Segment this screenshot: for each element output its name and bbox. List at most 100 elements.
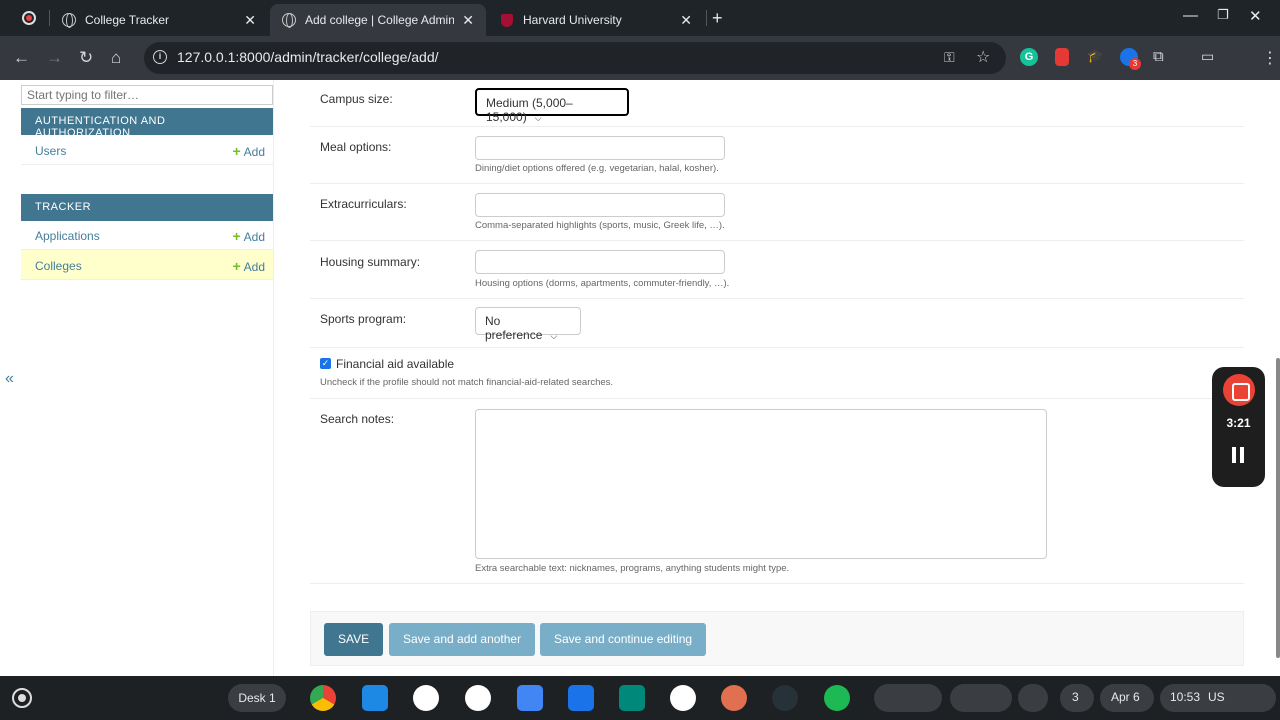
- harvard-shield-icon: [500, 13, 514, 27]
- desk-switcher[interactable]: Desk 1: [228, 684, 286, 712]
- field-sports-program: Sports program: No preference ⌵: [310, 299, 1244, 348]
- meal-options-input[interactable]: [475, 136, 725, 160]
- tab-title: College Tracker: [85, 13, 170, 27]
- kebab-menu-icon[interactable]: ⋮: [1262, 48, 1280, 67]
- extracurriculars-help: Comma-separated highlights (sports, musi…: [475, 220, 725, 231]
- search-notes-help: Extra searchable text: nicknames, progra…: [475, 563, 790, 574]
- mic-tray[interactable]: [874, 684, 942, 712]
- module-header-tracker[interactable]: Tracker: [21, 194, 273, 221]
- search-notes-label: Search notes:: [320, 412, 395, 426]
- sidebar-item-colleges[interactable]: Colleges + Add: [21, 250, 273, 280]
- home-icon[interactable]: ⌂: [111, 48, 121, 68]
- save-button[interactable]: SAVE: [324, 623, 384, 656]
- site-info-icon[interactable]: i: [153, 50, 167, 64]
- tab-title: Add college | College Administr: [305, 13, 455, 27]
- field-campus-size: Campus size: Medium (5,000–15,000) ⌵: [310, 80, 1244, 127]
- screenshot-app-icon[interactable]: [670, 685, 696, 711]
- gmail-app-icon[interactable]: [465, 685, 491, 711]
- tab-college-tracker[interactable]: College Tracker ✕: [50, 4, 268, 36]
- globe-icon: [62, 13, 76, 28]
- tab-title: Harvard University: [523, 13, 622, 27]
- stop-recording-icon[interactable]: [1223, 374, 1255, 406]
- field-extracurriculars: Extracurriculars: Comma-separated highli…: [310, 184, 1244, 241]
- files-app-icon[interactable]: [568, 685, 594, 711]
- spotify-app-icon[interactable]: [824, 685, 850, 711]
- clipboard-tray[interactable]: [950, 684, 1012, 712]
- tab-harvard[interactable]: Harvard University ✕: [488, 4, 704, 36]
- collapse-sidebar-icon[interactable]: «: [5, 370, 14, 388]
- page-scrollbar[interactable]: [1276, 358, 1280, 658]
- shield-extension-icon[interactable]: [1055, 48, 1069, 66]
- extracurriculars-input[interactable]: [475, 193, 725, 217]
- grammarly-extension-icon[interactable]: G: [1020, 48, 1038, 66]
- close-window-icon[interactable]: ✕: [1249, 7, 1262, 25]
- close-tab-icon[interactable]: ✕: [244, 12, 256, 29]
- plus-icon: +: [232, 143, 241, 159]
- housing-summary-input[interactable]: [475, 250, 725, 274]
- close-tab-icon[interactable]: ✕: [680, 12, 692, 29]
- housing-summary-help: Housing options (dorms, apartments, comm…: [475, 278, 730, 289]
- terminal-app-icon[interactable]: [772, 685, 798, 711]
- extracurriculars-label: Extracurriculars:: [320, 197, 407, 211]
- os-shelf: Desk 1 3 Apr 6 10:53 US: [0, 676, 1280, 720]
- save-and-continue-button[interactable]: Save and continue editing: [540, 623, 707, 656]
- notification-count: 3: [1072, 690, 1079, 704]
- financial-aid-label[interactable]: Financial aid available: [336, 357, 454, 371]
- graduation-cap-extension-icon[interactable]: 🎓: [1087, 48, 1105, 66]
- extension-badge: 3: [1129, 58, 1141, 70]
- field-search-notes: Search notes: Extra searchable text: nic…: [310, 399, 1244, 584]
- minimize-icon[interactable]: —: [1183, 7, 1198, 24]
- financial-aid-checkbox[interactable]: ✓: [320, 358, 331, 369]
- add-application-link[interactable]: + Add: [232, 228, 265, 244]
- search-notes-textarea[interactable]: [475, 409, 1047, 559]
- financial-aid-help: Uncheck if the profile should not match …: [320, 377, 614, 388]
- back-icon[interactable]: ←: [13, 48, 30, 68]
- bookmark-star-icon[interactable]: ☆: [976, 47, 990, 67]
- sidebar-item-label[interactable]: Colleges: [35, 259, 82, 273]
- locale-text: US: [1208, 690, 1225, 704]
- sidebar-item-users[interactable]: Users + Add: [21, 135, 273, 165]
- sidebar-item-applications[interactable]: Applications + Add: [21, 220, 273, 250]
- extensions-puzzle-icon[interactable]: ⧉: [1153, 48, 1171, 66]
- save-and-add-another-button[interactable]: Save and add another: [389, 623, 536, 656]
- recording-time: 3:21: [1226, 416, 1251, 430]
- module-header-auth[interactable]: Authentication and Authorization: [21, 108, 273, 139]
- launcher-icon[interactable]: [12, 688, 32, 708]
- calendar-app-icon[interactable]: [517, 685, 543, 711]
- restore-icon[interactable]: ❐: [1217, 7, 1229, 23]
- plus-icon: +: [232, 258, 241, 274]
- add-college-link[interactable]: + Add: [232, 258, 265, 274]
- sidebar-item-label[interactable]: Applications: [35, 229, 100, 243]
- vscode-app-icon[interactable]: [362, 685, 388, 711]
- date-text: Apr 6: [1111, 690, 1140, 704]
- forward-icon[interactable]: →: [46, 48, 63, 68]
- add-user-link[interactable]: + Add: [232, 143, 265, 159]
- nav-filter-input[interactable]: [21, 85, 273, 105]
- meet-app-icon[interactable]: [619, 685, 645, 711]
- campus-size-select[interactable]: Medium (5,000–15,000) ⌵: [475, 88, 629, 124]
- globe-icon: [282, 13, 296, 28]
- gemini-app-icon[interactable]: [413, 685, 439, 711]
- cast-icon[interactable]: ▭: [1201, 48, 1219, 66]
- sidebar-item-label[interactable]: Users: [35, 144, 66, 158]
- campus-size-label: Campus size:: [320, 92, 393, 106]
- claude-app-icon[interactable]: [721, 685, 747, 711]
- password-key-icon[interactable]: ⚿: [944, 49, 955, 66]
- field-financial-aid: ✓ Financial aid available Uncheck if the…: [310, 348, 1244, 399]
- pause-icon[interactable]: [1231, 447, 1245, 463]
- chrome-app-icon[interactable]: [310, 685, 336, 711]
- screen-recorder-widget: 3:21: [1212, 367, 1265, 487]
- sports-program-select[interactable]: No preference ⌵: [475, 307, 581, 342]
- capture-tray[interactable]: [1018, 684, 1048, 712]
- url-text[interactable]: 127.0.0.1:8000/admin/tracker/college/add…: [177, 49, 439, 65]
- reload-icon[interactable]: ↻: [79, 48, 93, 68]
- new-tab-icon[interactable]: +: [712, 8, 723, 29]
- address-bar[interactable]: i 127.0.0.1:8000/admin/tracker/college/a…: [144, 42, 1006, 74]
- admin-page: Authentication and Authorization Users +…: [0, 80, 1280, 676]
- housing-summary-label: Housing summary:: [320, 255, 421, 269]
- clock-time: 10:53: [1170, 690, 1201, 704]
- recording-indicator-icon: [22, 11, 36, 25]
- close-tab-icon[interactable]: ✕: [462, 12, 474, 29]
- tab-add-college[interactable]: Add college | College Administr ✕: [270, 4, 486, 36]
- tab-separator: [706, 10, 707, 26]
